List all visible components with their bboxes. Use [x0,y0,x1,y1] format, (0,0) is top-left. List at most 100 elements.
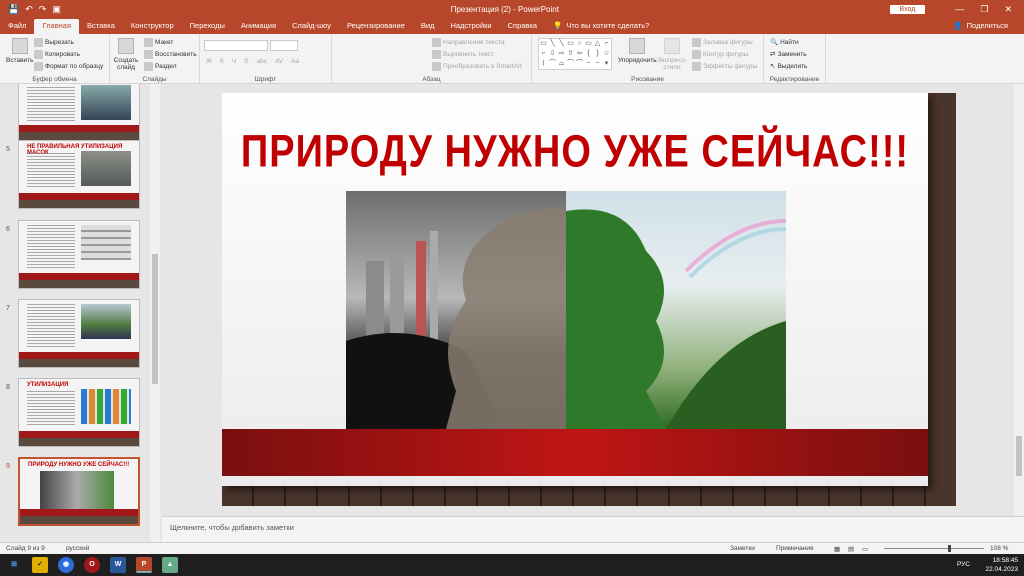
shape-outline-button[interactable]: Контур фигуры [692,50,748,59]
group-font: Ж К Ч S abc AV Aa Шрифт [200,34,332,84]
shapes-gallery[interactable]: ▭ ╲ ╲ ▭ ○ ▭ △ ⌐ ⌐ ⇩ ⇨ ⇧ ⇦{} ☆ ⟨ ⌒ ⌓ ⌒ ⌒ ~ ~ ▾ [538,38,612,70]
reset-icon [144,50,153,59]
zoom-level[interactable]: 108 % [990,545,1008,552]
input-language[interactable]: РУС [957,560,970,569]
zoom-knob[interactable] [948,545,951,552]
powerpoint-icon[interactable]: P [136,557,152,573]
cut-button[interactable]: Вырезать [34,38,74,47]
tab-review[interactable]: Рецензирование [339,19,413,34]
tab-transitions[interactable]: Переходы [182,19,233,34]
tab-file[interactable]: Файл [0,19,34,34]
quick-styles-button[interactable]: Экспресс-стили [657,38,687,71]
normal-view-icon[interactable]: ▦ [834,545,840,553]
app2-icon[interactable]: ▲ [162,557,178,573]
tab-help[interactable]: Справка [500,19,545,34]
group-clipboard: Вставить Вырезать Копировать Формат по о… [0,34,110,84]
app-icon[interactable]: ◉ [58,557,74,573]
minimize-button[interactable]: — [955,4,964,15]
thumbnail-image [40,471,114,509]
reset-button[interactable]: Восстановить [144,50,197,59]
thumbnail-title: ПРИРОДУ НУЖНО УЖЕ СЕЙЧАС!!! [28,462,130,468]
tell-me-search[interactable]: 💡 Что вы хотите сделать? [545,19,657,34]
save-icon[interactable]: 💾 [8,4,19,15]
clock-date[interactable]: 22.04.2023 [985,565,1018,574]
smartart-button[interactable]: Преобразовать в SmartArt [432,62,522,71]
red-banner [222,429,928,476]
section-icon [144,62,153,71]
font-size-select[interactable] [270,40,298,51]
thumbnail-scrollbar[interactable] [150,84,160,542]
clock-time[interactable]: 18:58:45 [985,556,1018,565]
language-indicator[interactable]: русский [66,545,89,552]
underline-button[interactable]: Ч [232,58,236,65]
thumbnail-slide-4[interactable] [0,84,150,142]
notes-toggle[interactable]: Заметки [730,545,755,552]
ribbon-tabs: Файл Главная Вставка Конструктор Переход… [0,18,1024,34]
section-button[interactable]: Раздел [144,62,176,71]
redo-icon[interactable]: ↷ [39,4,47,15]
thumbnail-image [81,151,131,186]
group-paragraph: Направление текста Выровнять текст Преоб… [332,34,532,84]
thumbnail-slide-8[interactable]: 8 УТИЛИЗАЦИЯ [0,378,150,448]
close-button[interactable]: ✕ [1004,4,1012,15]
paste-button[interactable]: Вставить [6,38,34,64]
select-button[interactable]: ↖ Выделить [770,62,807,71]
format-painter-button[interactable]: Формат по образцу [34,62,103,71]
quick-access-toolbar: 💾 ↶ ↷ ▣ [0,4,120,15]
thumbnail-title: УТИЛИЗАЦИЯ [27,382,69,388]
comments-toggle[interactable]: Примечания [776,545,814,552]
text-direction-button[interactable]: Направление текста [432,38,505,47]
slide-thumbnails-panel: 5 НЕ ПРАВИЛЬНАЯ УТИЛИЗАЦИЯ МАСОК 6 7 8 У… [0,84,160,542]
shadow-button[interactable]: abc [257,58,267,65]
tab-slideshow[interactable]: Слайд-шоу [284,19,339,34]
tab-animations[interactable]: Анимация [233,19,284,34]
zoom-slider[interactable] [884,548,984,549]
undo-icon[interactable]: ↶ [25,4,33,15]
thumbnail-slide-6[interactable]: 6 [0,220,150,290]
shape-effects-button[interactable]: Эффекты фигуры [692,62,757,71]
replace-button[interactable]: ⇄ Заменить [770,50,807,59]
canvas-scrollbar[interactable] [1014,84,1024,516]
new-slide-button[interactable]: Создать слайд [114,38,138,71]
restore-button[interactable]: ❐ [980,4,988,15]
bold-button[interactable]: Ж [206,58,212,65]
word-icon[interactable]: W [110,557,126,573]
windows-start-icon[interactable]: ⊞ [6,557,22,573]
person-icon: 👤 [953,21,963,30]
find-button[interactable]: 🔍 Найти [770,38,799,47]
sign-in-button[interactable]: Вход [889,4,926,14]
present-icon[interactable]: ▣ [52,4,61,15]
tab-design[interactable]: Конструктор [123,19,182,34]
current-slide[interactable]: ПРИРОДУ НУЖНО УЖЕ СЕЙЧАС!!! [222,93,956,506]
tab-insert[interactable]: Вставка [79,19,123,34]
notes-pane[interactable]: Щелкните, чтобы добавить заметки [162,516,1024,542]
tab-home[interactable]: Главная [34,19,79,34]
char-spacing-button[interactable]: AV [275,58,283,65]
change-case-button[interactable]: Aa [291,58,299,65]
layout-button[interactable]: Макет [144,38,173,47]
strikethrough-button[interactable]: S [244,58,248,65]
group-editing: 🔍 Найти ⇄ Заменить ↖ Выделить Редактировани… [764,34,826,84]
reading-view-icon[interactable]: ▭ [862,545,868,553]
arrange-button[interactable]: Упорядочить [618,38,657,64]
shape-fill-button[interactable]: Заливка фигуры [692,38,753,47]
thumbnail-slide-9[interactable]: 9 ПРИРОДУ НУЖНО УЖЕ СЕЙЧАС!!! [0,457,150,527]
title-bar: 💾 ↶ ↷ ▣ Презентация (2) - PowerPoint Вхо… [0,0,1024,18]
font-family-select[interactable] [204,40,268,51]
brush-icon [34,62,43,71]
align-text-button[interactable]: Выровнять текст [432,50,494,59]
replace-icon: ⇄ [770,51,776,58]
tab-view[interactable]: Вид [413,19,443,34]
italic-button[interactable]: К [220,58,224,65]
tab-addins[interactable]: Надстройки [442,19,499,34]
thumbnail-slide-7[interactable]: 7 [0,299,150,369]
thumbnail-slide-5[interactable]: 5 НЕ ПРАВИЛЬНАЯ УТИЛИЗАЦИЯ МАСОК [0,140,150,210]
share-button[interactable]: 👤 Поделиться [953,19,1008,34]
window-title: Презентация (2) - PowerPoint [450,4,559,14]
norton-icon[interactable]: ✓ [32,557,48,573]
slide-image[interactable] [346,191,786,429]
slide-title[interactable]: ПРИРОДУ НУЖНО УЖЕ СЕЙЧАС!!! [222,127,928,179]
opera-icon[interactable]: O [84,557,100,573]
sorter-view-icon[interactable]: ▤ [848,545,854,553]
copy-button[interactable]: Копировать [34,50,80,59]
